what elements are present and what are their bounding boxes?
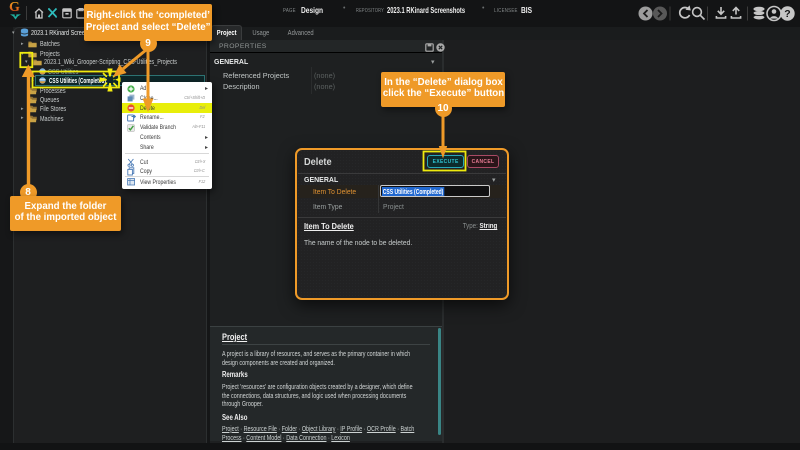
svg-text:?: ? [784, 8, 790, 20]
